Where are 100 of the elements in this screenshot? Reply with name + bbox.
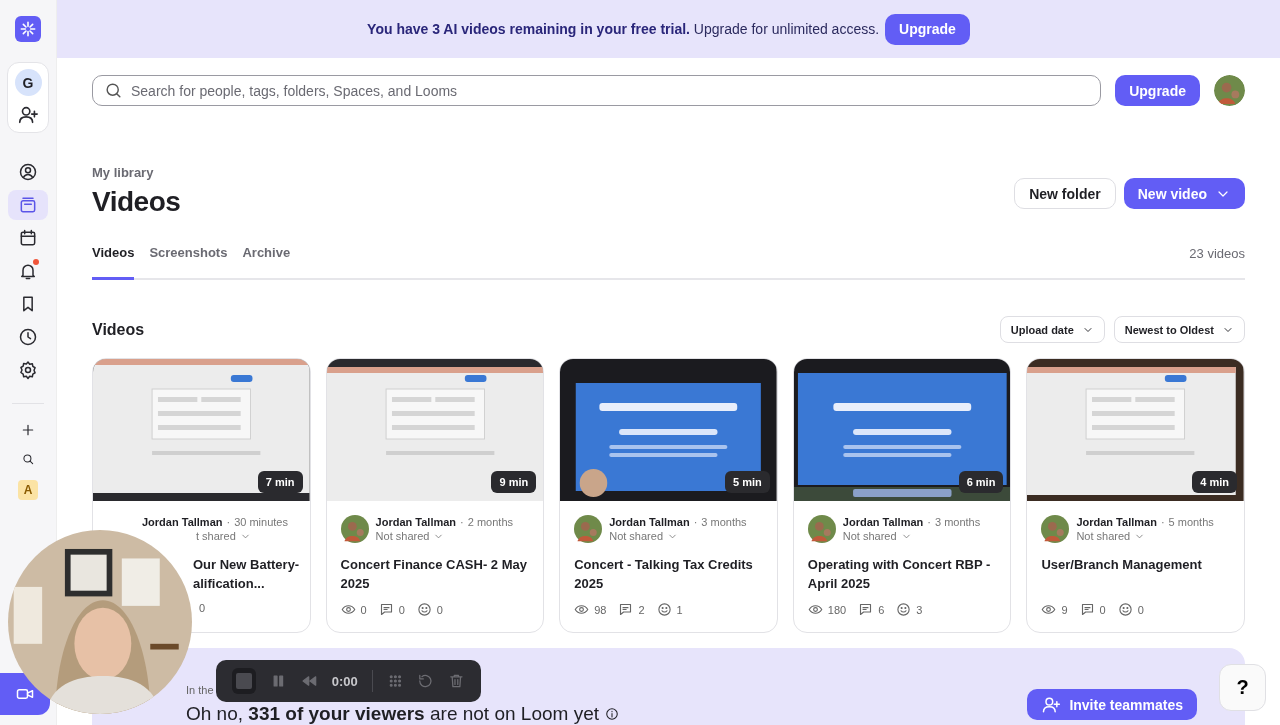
breadcrumb: My library xyxy=(92,165,155,180)
sharing-dropdown[interactable]: Not shared xyxy=(1076,530,1146,542)
search-button[interactable] xyxy=(21,452,35,466)
smiley-icon xyxy=(656,602,672,617)
new-folder-button[interactable]: New folder xyxy=(1014,178,1116,209)
stat-count: 6 xyxy=(878,603,885,616)
author-avatar xyxy=(340,515,369,543)
stat-count: 180 xyxy=(827,603,847,616)
comment-icon xyxy=(378,602,394,617)
new-video-button[interactable]: New video xyxy=(1123,178,1245,209)
stat-count: 0 xyxy=(360,603,367,616)
eye-icon xyxy=(340,602,356,617)
author-avatar xyxy=(1041,515,1070,543)
upgrade-button[interactable]: Upgrade xyxy=(885,13,970,45)
video-title[interactable]: Our New Battery- alification... xyxy=(193,555,310,593)
calendar-icon xyxy=(18,228,38,248)
add-person-icon xyxy=(17,104,39,126)
upload-time: 5 months xyxy=(1168,516,1214,528)
sharing-dropdown[interactable]: Not shared xyxy=(375,530,445,542)
duration-badge: 9 min xyxy=(491,471,537,493)
duration-badge: 5 min xyxy=(725,471,770,493)
space-badge[interactable]: A xyxy=(18,480,38,500)
stat-count: 0 xyxy=(436,603,443,616)
upgrade-button[interactable]: Upgrade xyxy=(1115,75,1200,106)
video-card[interactable]: 5 min Jordan Tallman · 3 months Not shared Concert - Talking Tax Credits 2025 98 2 1 xyxy=(559,358,778,633)
upload-time: 3 months xyxy=(701,516,747,528)
banner-headline: Oh no, 331 of your viewers are not on Loom yet xyxy=(186,704,599,724)
separator-dot: · xyxy=(460,516,464,528)
author-name: Jordan Tallman xyxy=(609,516,690,528)
author-avatar xyxy=(574,515,603,543)
smiley-icon xyxy=(1117,602,1133,617)
separator-dot: · xyxy=(693,516,698,528)
comment-icon xyxy=(618,602,634,617)
logo-icon[interactable] xyxy=(15,16,41,42)
stat-count: 98 xyxy=(594,603,607,616)
sharing-dropdown[interactable]: Not shared xyxy=(842,530,912,542)
sort-order-dropdown[interactable]: Newest to Oldest xyxy=(1113,316,1245,343)
comment-icon xyxy=(1079,602,1095,617)
tab[interactable]: Screenshots xyxy=(149,245,228,280)
sharing-dropdown[interactable]: Not shared xyxy=(609,530,678,542)
separator-dot: · xyxy=(226,516,231,528)
info-icon xyxy=(605,707,619,721)
sharing-dropdown[interactable]: t shared xyxy=(196,530,251,542)
search-icon xyxy=(104,81,123,100)
search-field[interactable]: Search for people, tags, folders, Spaces, and Looms xyxy=(92,75,1102,106)
author-name: Jordan Tallman xyxy=(1076,516,1157,528)
help-button[interactable]: ? xyxy=(1219,664,1266,711)
profile-icon xyxy=(18,162,38,182)
stat-count: 3 xyxy=(916,603,923,616)
add-button[interactable] xyxy=(20,422,36,438)
stat-count: 2 xyxy=(638,603,645,616)
sort-field-dropdown[interactable]: Upload date xyxy=(999,316,1105,343)
upload-time: 2 months xyxy=(467,516,513,528)
trial-message: You have 3 AI videos remaining in your free trial. Upgrade for unlimited access. xyxy=(367,21,880,37)
video-card[interactable]: 9 min Jordan Tallman · 2 months Not shared Concert Finance CASH- 2 May 2025 0 0 0 xyxy=(325,358,545,633)
user-avatar[interactable] xyxy=(1214,75,1245,106)
author-name: Jordan Tallman xyxy=(142,516,223,528)
workspace-avatar[interactable]: G xyxy=(14,69,42,96)
page-title: Videos xyxy=(92,186,181,218)
video-title[interactable]: Operating with Concert RBP - April 2025 xyxy=(807,555,997,593)
eye-icon xyxy=(807,602,823,617)
duration-badge: 4 min xyxy=(1192,471,1237,493)
smiley-icon xyxy=(416,602,432,617)
stat-count: 1 xyxy=(676,603,683,616)
invite-teammates-button[interactable]: Invite teammates xyxy=(1027,689,1197,720)
tab[interactable]: Videos xyxy=(92,245,135,280)
add-member-button[interactable] xyxy=(17,104,39,126)
stat-count: 9 xyxy=(1061,603,1068,616)
video-title[interactable]: Concert - Talking Tax Credits 2025 xyxy=(574,555,763,593)
video-card[interactable]: 4 min Jordan Tallman · 5 months Not shared User/Branch Management 9 0 0 xyxy=(1026,358,1245,633)
restart-icon xyxy=(417,672,435,690)
video-title[interactable]: Concert Finance CASH- 2 May 2025 xyxy=(340,555,530,593)
smiley-icon xyxy=(896,602,912,617)
recording-time: 0:00 xyxy=(331,673,358,689)
library-icon xyxy=(18,195,38,215)
author-name: Jordan Tallman xyxy=(375,516,457,528)
upload-time: 3 months xyxy=(934,516,981,528)
trash-icon xyxy=(448,672,465,690)
stat-count: 0 xyxy=(1137,603,1144,616)
video-count: 23 videos xyxy=(1189,245,1245,263)
author-name: Jordan Tallman xyxy=(842,516,924,528)
eye-icon xyxy=(1041,602,1057,617)
author-avatar xyxy=(807,515,836,543)
upload-time: 30 minutes xyxy=(234,516,288,528)
eye-icon xyxy=(574,602,590,617)
comment-icon xyxy=(858,602,874,617)
stat-count: 0 xyxy=(398,603,405,616)
clock-icon xyxy=(18,327,38,347)
search-icon xyxy=(21,452,35,466)
separator-dot: · xyxy=(927,516,931,528)
settings-icon xyxy=(18,360,38,380)
duration-badge: 6 min xyxy=(958,471,1004,493)
banner-label: In the xyxy=(186,684,214,696)
section-title: Videos xyxy=(92,320,145,339)
separator-dot: · xyxy=(1160,516,1165,528)
stat-count: 0 xyxy=(199,602,206,614)
video-title[interactable]: User/Branch Management xyxy=(1041,555,1230,593)
tab[interactable]: Archive xyxy=(242,245,291,280)
plus-icon xyxy=(20,422,36,438)
video-card[interactable]: 6 min Jordan Tallman · 3 months Not shared Operating with Concert RBP - April 2025 180 6 3 xyxy=(792,358,1012,633)
